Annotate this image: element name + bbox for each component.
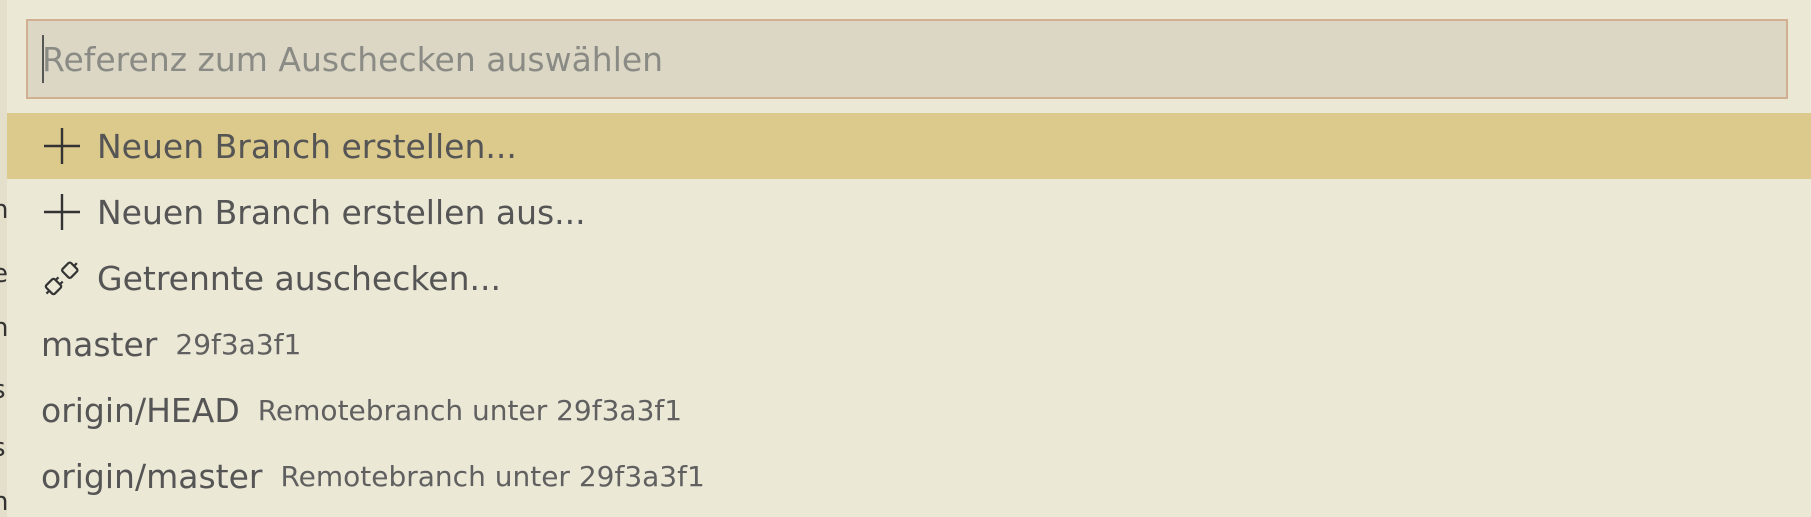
checkout-ref-quick-pick: Neuen Branch erstellen... Neuen Branch e… [7, 0, 1811, 517]
editor-glyph-fragment: s [0, 377, 6, 403]
checkout-detached-item[interactable]: Getrennte auschecken... [7, 245, 1811, 311]
ref-description: Remotebranch unter 29f3a3f1 [257, 393, 683, 427]
ref-filter-input-box[interactable] [26, 19, 1788, 99]
plus-icon [41, 125, 83, 167]
ref-description: 29f3a3f1 [175, 327, 302, 361]
ref-name: origin/HEAD [41, 390, 240, 430]
editor-glyph-fragment: n [0, 489, 7, 515]
ref-list: Neuen Branch erstellen... Neuen Branch e… [7, 113, 1811, 509]
editor-glyph-fragment: s [0, 435, 6, 461]
ref-filter-input[interactable] [28, 21, 1786, 97]
create-branch-from-label: Neuen Branch erstellen aus... [97, 192, 586, 232]
ref-description: Remotebranch unter 29f3a3f1 [280, 459, 705, 493]
create-branch-from-item[interactable]: Neuen Branch erstellen aus... [7, 179, 1811, 245]
plus-icon [41, 191, 83, 233]
create-branch-label: Neuen Branch erstellen... [97, 126, 517, 166]
disconnected-plug-icon [41, 257, 83, 299]
ref-item-master[interactable]: master 29f3a3f1 [7, 311, 1811, 377]
editor-glyph-fragment: n [0, 315, 7, 341]
create-branch-item[interactable]: Neuen Branch erstellen... [7, 113, 1811, 179]
text-caret [42, 35, 44, 83]
checkout-detached-label: Getrennte auschecken... [97, 258, 501, 298]
ref-name: master [41, 324, 158, 364]
ref-name: origin/master [41, 456, 263, 496]
editor-background-edge: n e n s s n [0, 0, 7, 517]
ref-item-origin-head[interactable]: origin/HEAD Remotebranch unter 29f3a3f1 [7, 377, 1811, 443]
editor-glyph-fragment: n [0, 197, 7, 223]
editor-glyph-fragment: e [0, 261, 7, 287]
ref-item-origin-master[interactable]: origin/master Remotebranch unter 29f3a3f… [7, 443, 1811, 509]
